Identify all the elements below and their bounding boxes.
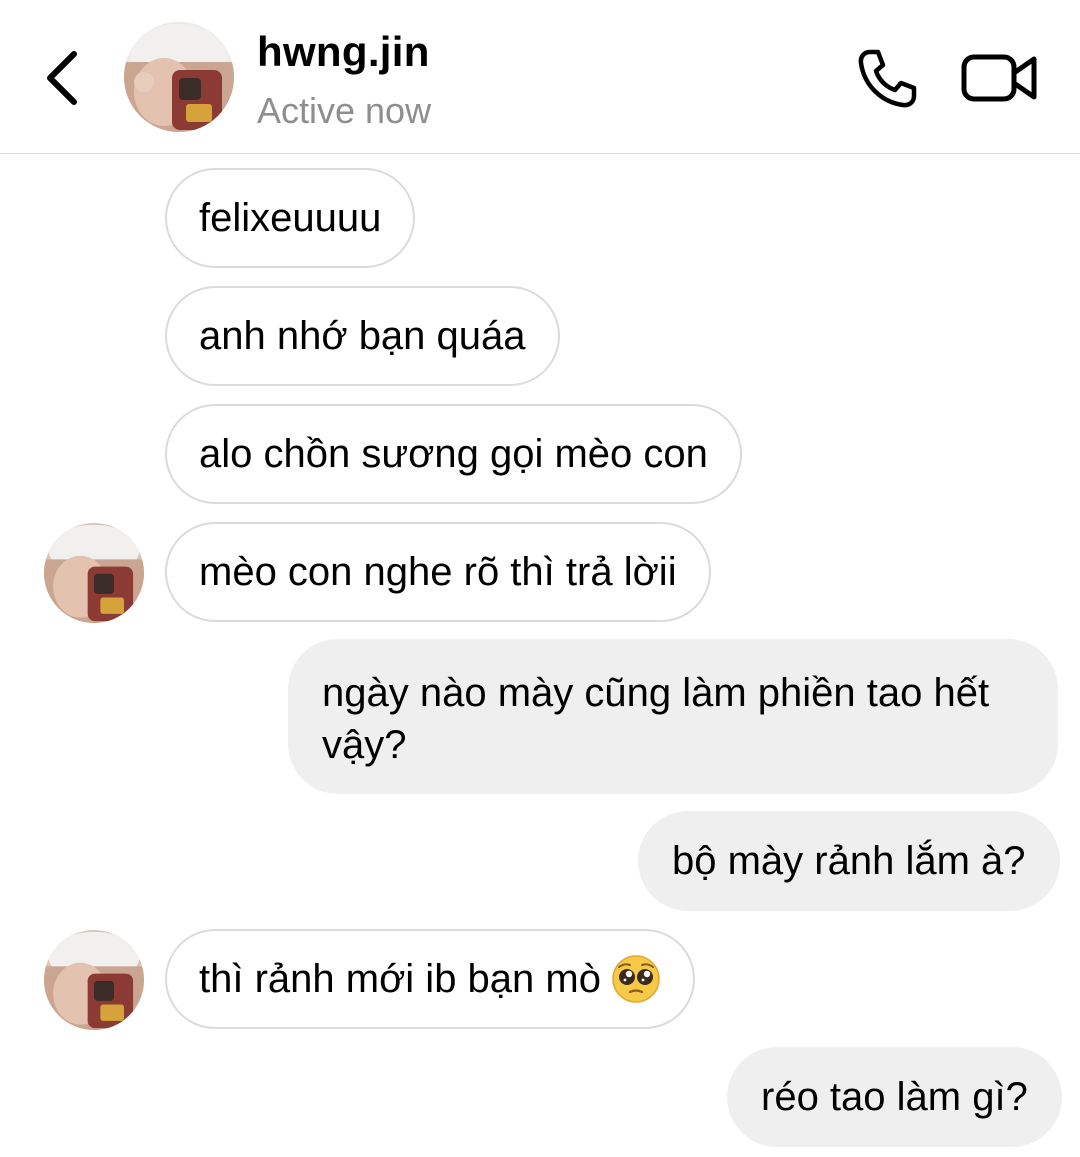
pleading-face-icon [612,955,660,1003]
incoming-message[interactable]: thì rảnh mới ib bạn mò [165,929,695,1029]
active-status: Active now [257,90,432,131]
avatar[interactable] [44,523,144,623]
audio-call-button[interactable] [852,46,922,112]
phone-icon [858,49,917,108]
message-text: ngày nào mày cũng làm phiền tao hết vậy? [322,671,990,767]
message-text: thì rảnh mới ib bạn mò [199,957,601,1001]
incoming-message[interactable]: anh nhớ bạn quáa [165,286,560,386]
incoming-message[interactable]: alo chồn sương gọi mèo con [165,404,742,504]
message-text: alo chồn sương gọi mèo con [199,432,708,476]
message-text: mèo con nghe rõ thì trả lờii [199,550,677,594]
outgoing-message[interactable]: bộ mày rảnh lắm à? [638,811,1060,911]
message-text: réo tao làm gì? [761,1075,1028,1119]
back-button[interactable] [34,42,90,114]
message-text: bộ mày rảnh lắm à? [672,839,1026,883]
message-text: felixeuuuu [199,196,382,240]
video-call-button[interactable] [958,48,1042,108]
incoming-message[interactable]: felixeuuuu [165,168,416,268]
avatar[interactable] [124,22,234,132]
outgoing-message[interactable]: réo tao làm gì? [727,1047,1062,1147]
video-camera-icon [961,54,1037,102]
chevron-left-icon [47,51,77,105]
message-text: anh nhớ bạn quáa [199,314,526,358]
incoming-message[interactable]: mèo con nghe rõ thì trả lờii [165,522,711,622]
outgoing-message[interactable]: ngày nào mày cũng làm phiền tao hết vậy? [288,639,1058,794]
chat-header: hwng.jin Active now [0,0,1080,154]
avatar[interactable] [44,930,144,1030]
chat-username[interactable]: hwng.jin [257,28,430,76]
